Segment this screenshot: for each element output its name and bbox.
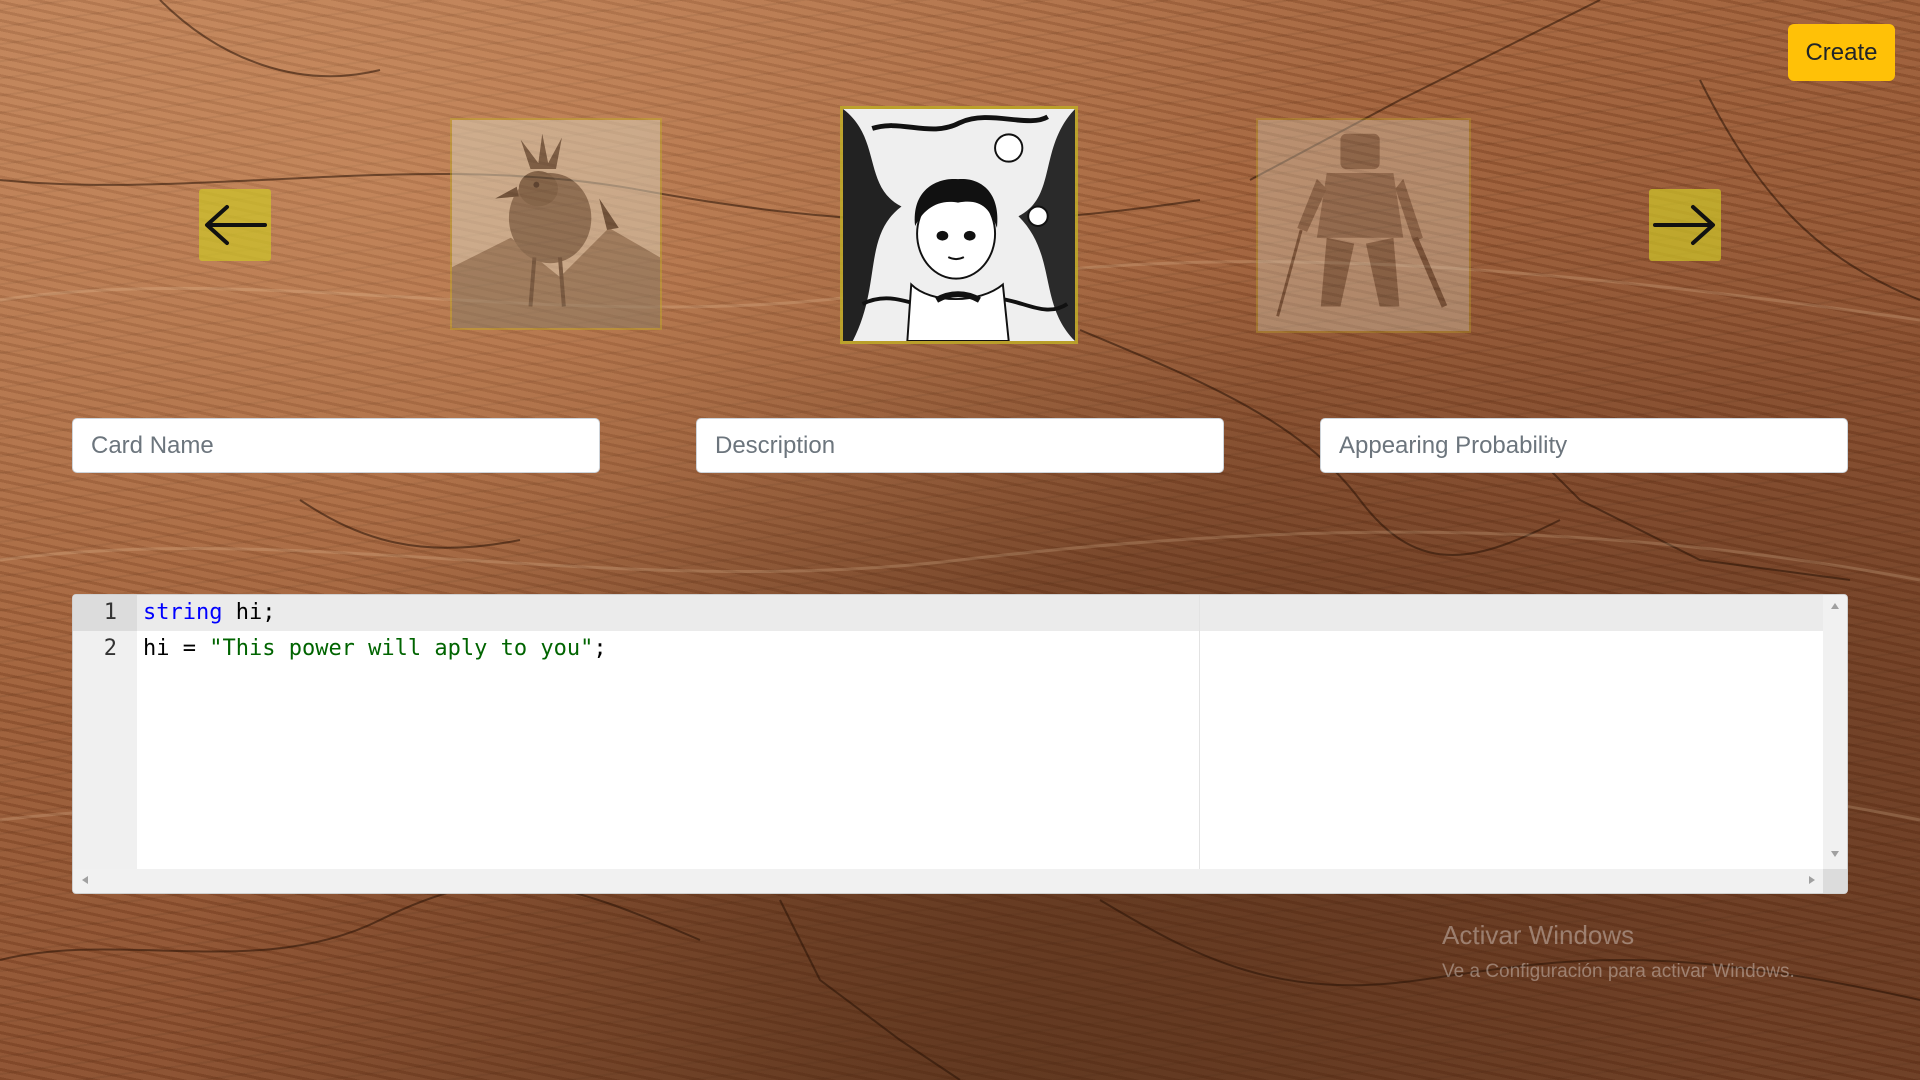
scroll-left-icon[interactable] [82, 876, 88, 884]
horizontal-scrollbar[interactable] [73, 869, 1825, 893]
card-image-selected[interactable] [840, 106, 1078, 344]
vertical-scrollbar[interactable] [1823, 595, 1847, 869]
line-number-gutter: 1 2 [73, 595, 137, 869]
scroll-down-icon[interactable] [1831, 851, 1839, 857]
card-image-next[interactable] [1256, 118, 1471, 333]
appearing-probability-input[interactable] [1320, 418, 1848, 473]
print-margin [1199, 595, 1200, 869]
card-name-input[interactable] [72, 418, 600, 473]
watermark-title: Activar Windows [1442, 920, 1635, 950]
windows-activation-watermark: Activar Windows Ve a Configuración para … [1442, 920, 1795, 983]
armored-knight-illustration [1258, 120, 1469, 331]
scrollbar-corner [1823, 869, 1847, 893]
code-text: hi = [143, 636, 210, 661]
watermark-subtitle: Ve a Configuración para activar Windows. [1442, 961, 1795, 982]
code-text-area[interactable]: string hi; hi = "This power will aply to… [137, 595, 1827, 869]
code-string-literal: "This power will aply to you" [209, 636, 594, 661]
code-line[interactable]: hi = "This power will aply to you"; [137, 631, 1827, 667]
code-text: ; [593, 636, 607, 661]
arrow-right-icon [1653, 205, 1715, 245]
scroll-up-icon[interactable] [1831, 603, 1839, 609]
app-root: Create Card Name Description Appearing P… [0, 0, 1920, 1080]
scroll-right-icon[interactable] [1809, 876, 1815, 884]
code-keyword: string [143, 600, 223, 625]
previous-card-button[interactable] [199, 189, 271, 261]
next-card-button[interactable] [1649, 189, 1721, 261]
bird-creature-illustration [452, 120, 660, 328]
description-input[interactable] [696, 418, 1224, 473]
code-editor[interactable]: 1 2 string hi; hi = "This power will apl… [72, 594, 1848, 894]
line-number: 1 [73, 595, 137, 631]
arrow-left-icon [205, 205, 267, 245]
code-text: hi; [222, 600, 276, 625]
card-image-previous[interactable] [450, 118, 662, 330]
create-button[interactable]: Create [1788, 24, 1895, 81]
manga-hero-illustration [843, 109, 1075, 341]
line-number: 2 [103, 636, 117, 661]
code-line[interactable]: string hi; [137, 595, 1827, 631]
